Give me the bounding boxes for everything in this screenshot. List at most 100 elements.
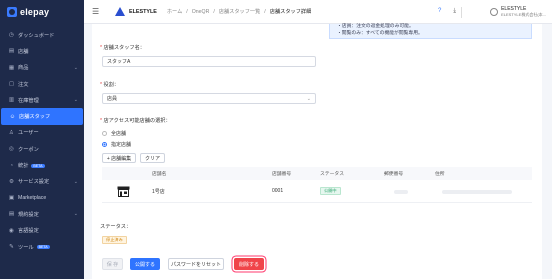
coupon-icon: ◎ bbox=[9, 146, 14, 153]
sidebar-item-dashboard[interactable]: ◷ ダッシュボード bbox=[0, 27, 84, 43]
col-postal-code: 郵便番号 bbox=[384, 172, 404, 177]
col-store-name: 店舗名 bbox=[152, 172, 167, 177]
sidebar-item-order[interactable]: ▢ 注文 bbox=[0, 76, 84, 92]
col-store-number: 店舗番号 bbox=[272, 172, 292, 177]
edit-stores-button[interactable]: + 店舗編集 bbox=[102, 153, 136, 163]
top-header: ☰ ELESTYLE ホーム / OneQR / 店舗スタッフ一覧 / 店舗スタ… bbox=[84, 0, 552, 24]
sidebar-item-terms[interactable]: ▤ 規約設定 ⌄ bbox=[0, 206, 84, 222]
service-icon: ⚙ bbox=[8, 178, 14, 185]
sidebar-item-label: Marketplace bbox=[18, 195, 47, 202]
brand-logo-icon bbox=[115, 7, 125, 16]
beta-badge: BETA bbox=[36, 245, 50, 249]
sidebar-item-store[interactable]: ▤ 店舗 bbox=[0, 43, 84, 59]
sidebar-item-user[interactable]: ♙ ユーザー bbox=[0, 125, 84, 141]
tool-icon: ✎ bbox=[9, 244, 14, 250]
radio-all-stores[interactable]: 全店舗 bbox=[102, 130, 126, 137]
sidebar-item-stats[interactable]: ◔ 統計 BETA bbox=[0, 157, 84, 173]
beta-badge: BETA bbox=[31, 163, 45, 168]
sidebar-item-label: ユーザー bbox=[18, 130, 39, 137]
logo-text: elepay bbox=[20, 7, 50, 17]
sidebar-item-marketplace[interactable]: ▣ Marketplace bbox=[0, 190, 84, 206]
reset-password-button[interactable]: パスワードをリセット bbox=[168, 258, 224, 270]
radio-unchecked-icon bbox=[102, 131, 107, 136]
sidebar-item-label: ツール bbox=[18, 244, 34, 251]
avatar-icon bbox=[490, 7, 499, 16]
stats-icon: ◔ bbox=[9, 162, 14, 169]
header-divider bbox=[461, 7, 462, 18]
sidebar-item-language[interactable]: ◉ 言語設定 bbox=[0, 223, 84, 239]
breadcrumb-home[interactable]: ホーム bbox=[167, 8, 182, 15]
info-line-2: ・閲覧のみ：すべての機能が閲覧専用。 bbox=[337, 30, 423, 36]
role-select-value: 店員 bbox=[107, 96, 118, 102]
help-icon[interactable]: ? bbox=[438, 8, 441, 15]
brand: ELESTYLE bbox=[115, 7, 157, 16]
staff-name-label-text: 店舗スタッフ名： bbox=[103, 45, 145, 51]
address-redacted bbox=[442, 190, 512, 194]
product-icon: ▦ bbox=[8, 64, 15, 71]
chevron-down-icon: ⌄ bbox=[306, 95, 311, 102]
chevron-down-icon: ⌄ bbox=[73, 211, 78, 218]
menu-toggle-icon[interactable]: ☰ bbox=[92, 7, 102, 16]
required-mark: * bbox=[100, 118, 103, 124]
required-mark: * bbox=[100, 82, 103, 88]
breadcrumb: ホーム / OneQR / 店舗スタッフ一覧 / 店舗スタッフ詳細 bbox=[167, 8, 312, 16]
sidebar-item-label: 店舗スタッフ bbox=[19, 114, 51, 121]
chevron-down-icon: ⌄ bbox=[73, 178, 78, 185]
sidebar-item-inventory[interactable]: ▥ 在庫管理 ⌄ bbox=[0, 92, 84, 108]
col-status: ステータス bbox=[320, 172, 344, 177]
radio-checked-icon bbox=[102, 142, 107, 147]
postal-code-redacted bbox=[394, 190, 408, 194]
sidebar-item-label: 店舗 bbox=[18, 48, 29, 55]
breadcrumb-current: 店舗スタッフ詳細 bbox=[269, 9, 312, 15]
sidebar-item-label: ダッシュボード bbox=[18, 32, 55, 39]
marketplace-icon: ▣ bbox=[8, 195, 15, 202]
sidebar-item-label: サービス設定 bbox=[18, 179, 50, 186]
role-label: * 役割： bbox=[100, 81, 119, 88]
sidebar-item-service[interactable]: ⚙ サービス設定 ⌄ bbox=[0, 174, 84, 190]
breadcrumb-separator: / bbox=[264, 8, 266, 15]
user-company: ELESTYLE株式会社(本... bbox=[501, 11, 546, 17]
save-button[interactable]: 保 存 bbox=[102, 258, 123, 270]
store-icon: ▤ bbox=[8, 48, 15, 55]
sidebar-item-coupon[interactable]: ◎ クーポン bbox=[0, 141, 84, 157]
store-icon bbox=[117, 186, 130, 197]
sidebar: elepay ◷ ダッシュボード ▤ 店舗 ▦ 商品 ⌄ ▢ 注文 ▥ 在庫管理 ⌄ ☺ 店舗スタッフ ♙ ユ… bbox=[0, 0, 84, 279]
user-menu[interactable]: ELESTYLE ELESTYLE株式会社(本... bbox=[490, 6, 546, 18]
language-icon: ◉ bbox=[9, 227, 14, 234]
sidebar-item-staff[interactable]: ☺ 店舗スタッフ bbox=[1, 108, 83, 125]
breadcrumb-staff-list[interactable]: 店舗スタッフ一覧 bbox=[219, 8, 261, 15]
publish-button[interactable]: 公開する bbox=[130, 258, 160, 270]
download-icon[interactable]: ⤓ bbox=[453, 8, 456, 15]
store-access-label: * 店アクセス可能店舗の選択： bbox=[100, 117, 171, 124]
clear-button[interactable]: クリア bbox=[140, 153, 165, 163]
table-row[interactable]: 1号店 0001 公開中 bbox=[102, 180, 532, 203]
breadcrumb-separator: / bbox=[213, 8, 215, 15]
role-select[interactable]: 店員 ⌄ bbox=[102, 93, 316, 104]
sidebar-item-label: 言語設定 bbox=[18, 228, 39, 235]
sidebar-item-label: 規約設定 bbox=[18, 211, 39, 218]
sidebar-nav: ◷ ダッシュボード ▤ 店舗 ▦ 商品 ⌄ ▢ 注文 ▥ 在庫管理 ⌄ ☺ 店舗スタッフ ♙ ユーザー ◎ クーポ… bbox=[0, 27, 84, 255]
status-stopped-badge: 停止済み bbox=[102, 236, 127, 244]
inventory-icon: ▥ bbox=[8, 97, 15, 104]
radio-all-stores-label: 全店舗 bbox=[111, 131, 127, 137]
delete-button[interactable]: 削除する bbox=[234, 258, 264, 270]
status-badge: 公開中 bbox=[320, 187, 341, 195]
role-label-text: 役割： bbox=[103, 82, 120, 88]
app-logo[interactable]: elepay bbox=[0, 0, 84, 24]
store-name-cell: 1号店 bbox=[152, 188, 165, 195]
radio-specific-stores[interactable]: 指定店舗 bbox=[102, 141, 131, 148]
sidebar-item-tool[interactable]: ✎ ツール BETA bbox=[0, 239, 84, 255]
chevron-down-icon: ⌄ bbox=[73, 97, 78, 104]
chevron-down-icon: ⌄ bbox=[73, 64, 78, 71]
staff-icon: ☺ bbox=[9, 113, 16, 120]
dashboard-icon: ◷ bbox=[9, 32, 14, 39]
sidebar-item-product[interactable]: ▦ 商品 ⌄ bbox=[0, 60, 84, 76]
brand-name: ELESTYLE bbox=[129, 8, 157, 15]
breadcrumb-oneqr[interactable]: OneQR bbox=[192, 9, 210, 15]
sidebar-item-label: 注文 bbox=[18, 81, 29, 88]
store-number-cell: 0001 bbox=[272, 188, 284, 194]
staff-detail-card: ・店員：注文の返金処理のみ可能。 ・閲覧のみ：すべての機能が閲覧専用。 * 店舗… bbox=[92, 24, 542, 279]
staff-name-input[interactable]: スタッフA bbox=[102, 56, 316, 67]
breadcrumb-separator: / bbox=[186, 8, 188, 15]
store-access-label-text: 店アクセス可能店舗の選択： bbox=[103, 118, 171, 124]
